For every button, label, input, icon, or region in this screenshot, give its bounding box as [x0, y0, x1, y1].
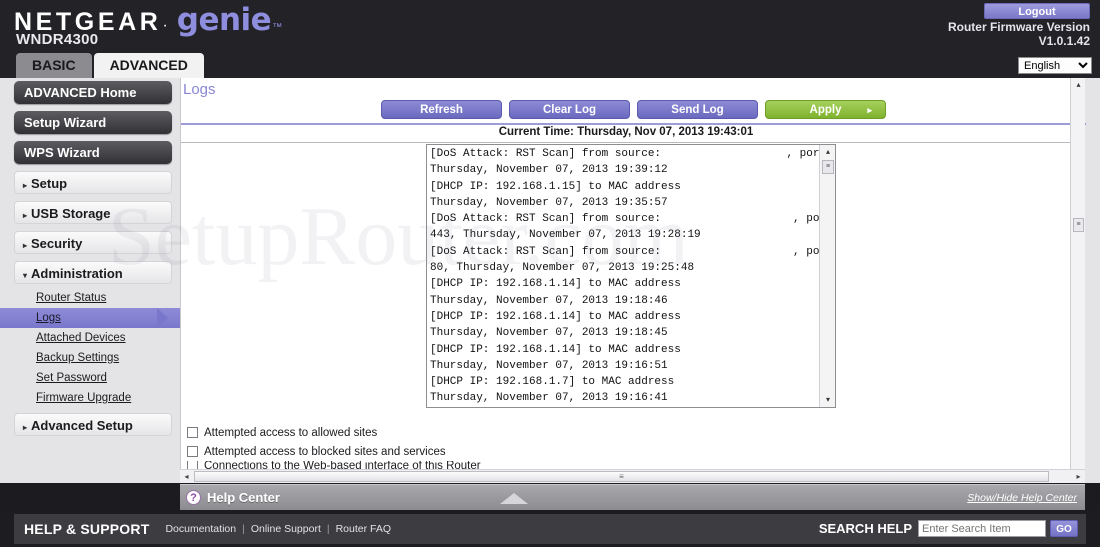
sidebar-section-administration[interactable]: ▾ Administration: [14, 261, 172, 284]
sidebar-item-router-status[interactable]: Router Status: [0, 288, 180, 308]
log-vertical-scrollbar[interactable]: ▴ ≡ ▾: [819, 145, 835, 407]
checkbox-blocked-sites[interactable]: [187, 446, 198, 457]
apply-button-label: Apply: [809, 104, 842, 116]
logout-button[interactable]: Logout: [984, 3, 1090, 19]
footer-links: Documentation | Online Support | Router …: [159, 523, 397, 535]
sidebar-item-logs-label: Logs: [36, 312, 61, 324]
chevron-right-icon: ▸: [23, 423, 28, 432]
sidebar-section-security[interactable]: ▸ Security: [14, 231, 172, 254]
router-model-label: WNDR4300: [16, 31, 99, 48]
clear-log-button[interactable]: Clear Log: [509, 100, 630, 119]
sidebar-nav: ADVANCED Home Setup Wizard WPS Wizard ▸ S…: [0, 78, 180, 483]
sidebar-section-setup[interactable]: ▸ Setup: [14, 171, 172, 194]
checkbox-allowed-sites[interactable]: [187, 427, 198, 438]
log-text-content: [DoS Attack: RST Scan] from source: , po…: [430, 148, 819, 405]
sidebar-section-administration-label: Administration: [31, 266, 123, 281]
footer-bar: HELP & SUPPORT Documentation | Online Su…: [0, 511, 1100, 547]
search-go-button[interactable]: GO: [1050, 520, 1078, 537]
search-help-area: SEARCH HELP GO: [819, 520, 1078, 537]
sidebar-item-firmware-upgrade[interactable]: Firmware Upgrade: [0, 388, 180, 408]
scroll-left-icon[interactable]: ◂: [180, 470, 193, 483]
main-tabs: BASIC ADVANCED: [16, 53, 204, 78]
help-center-title: Help Center: [207, 490, 280, 505]
action-button-row: Refresh Clear Log Send Log Apply ▸: [181, 100, 1086, 119]
scrollbar-thumb[interactable]: ≡: [822, 160, 834, 174]
language-select[interactable]: English: [1018, 57, 1092, 74]
refresh-button[interactable]: Refresh: [381, 100, 502, 119]
footer-link-router-faq[interactable]: Router FAQ: [330, 523, 397, 535]
checkbox-allowed-sites-label: Attempted access to allowed sites: [204, 426, 378, 439]
main-content-panel: Logs Refresh Clear Log Send Log Apply ▸ …: [180, 78, 1086, 483]
sidebar-section-security-label: Security: [31, 236, 83, 251]
divider: [181, 142, 1071, 143]
footer-link-online-support[interactable]: Online Support: [245, 523, 327, 535]
log-filter-checkboxes: Attempted access to allowed sites Attemp…: [187, 423, 1067, 470]
brand-trademark-icon: ™: [272, 22, 283, 33]
question-mark-icon: ?: [186, 490, 201, 505]
sidebar-item-backup-settings-label: Backup Settings: [36, 352, 120, 364]
scroll-up-icon[interactable]: ▴: [1071, 78, 1086, 92]
sidebar-item-attached-devices[interactable]: Attached Devices: [0, 328, 180, 348]
sidebar-item-router-status-label: Router Status: [36, 292, 107, 304]
sidebar-item-backup-settings[interactable]: Backup Settings: [0, 348, 180, 368]
sidebar-section-advanced-setup[interactable]: ▸ Advanced Setup: [14, 413, 172, 436]
sidebar-item-set-password[interactable]: Set Password: [0, 368, 180, 388]
apply-button[interactable]: Apply ▸: [765, 100, 886, 119]
sidebar-section-advanced-setup-label: Advanced Setup: [31, 418, 133, 433]
scrollbar-thumb[interactable]: ≡: [1073, 218, 1084, 232]
firmware-version-value: V1.0.1.42: [1038, 34, 1090, 48]
brand-registered-dot: ·: [162, 17, 168, 34]
sidebar-section-setup-label: Setup: [31, 176, 68, 191]
page-body: ADVANCED Home Setup Wizard WPS Wizard ▸ S…: [0, 78, 1100, 483]
sidebar-item-advanced-home[interactable]: ADVANCED Home: [14, 81, 172, 104]
scrollbar-thumb[interactable]: ≡: [194, 471, 1049, 482]
sidebar-section-usb-label: USB Storage: [31, 206, 111, 221]
sidebar-item-logs[interactable]: Logs: [0, 308, 180, 328]
sidebar-item-firmware-upgrade-label: Firmware Upgrade: [36, 392, 132, 404]
router-admin-page: NETGEAR · genie ™ WNDR4300 Logout Router…: [0, 0, 1100, 547]
scroll-up-icon[interactable]: ▴: [820, 145, 836, 159]
top-header-bar: NETGEAR · genie ™ WNDR4300 Logout Router…: [0, 0, 1100, 78]
checkbox-row[interactable]: Attempted access to blocked sites and se…: [187, 442, 1067, 461]
collapse-arrow-icon[interactable]: [500, 493, 528, 504]
current-time-label: Current Time: Thursday, Nov 07, 2013 19:…: [498, 126, 754, 138]
scroll-right-icon[interactable]: ▸: [1072, 470, 1085, 483]
brand-genie-text: genie: [176, 2, 272, 38]
chevron-down-icon: ▾: [23, 271, 28, 280]
administration-submenu: Router Status Logs Attached Devices Back…: [0, 288, 180, 408]
firmware-version-label: Router Firmware Version: [947, 20, 1090, 34]
log-textarea[interactable]: [DoS Attack: RST Scan] from source: , po…: [426, 144, 836, 408]
divider: [181, 123, 1086, 125]
chevron-right-icon: ▸: [23, 181, 28, 190]
page-vertical-scrollbar[interactable]: ▴ ≡ ▾: [1070, 78, 1085, 483]
help-support-title: HELP & SUPPORT: [24, 521, 150, 537]
page-horizontal-scrollbar[interactable]: ◂ ≡ ▸: [180, 469, 1085, 483]
footer-link-documentation[interactable]: Documentation: [159, 523, 242, 535]
sidebar-item-set-password-label: Set Password: [36, 372, 107, 384]
show-hide-help-center-link[interactable]: Show/Hide Help Center: [967, 492, 1077, 504]
page-title: Logs: [183, 81, 216, 98]
chevron-right-icon: ▸: [23, 211, 28, 220]
scroll-down-icon[interactable]: ▾: [820, 393, 836, 407]
search-help-input[interactable]: [918, 520, 1046, 537]
sidebar-section-usb-storage[interactable]: ▸ USB Storage: [14, 201, 172, 224]
send-log-button[interactable]: Send Log: [637, 100, 758, 119]
tab-basic[interactable]: BASIC: [16, 53, 92, 78]
checkbox-blocked-sites-label: Attempted access to blocked sites and se…: [204, 445, 446, 458]
search-help-label: SEARCH HELP: [818, 521, 912, 536]
sidebar-item-setup-wizard[interactable]: Setup Wizard: [14, 111, 172, 134]
tab-advanced[interactable]: ADVANCED: [93, 53, 204, 78]
footer-inner: HELP & SUPPORT Documentation | Online Su…: [14, 514, 1086, 544]
chevron-right-icon: ▸: [23, 241, 28, 250]
checkbox-row[interactable]: Attempted access to allowed sites: [187, 423, 1067, 442]
sidebar-item-attached-devices-label: Attached Devices: [36, 332, 126, 344]
sidebar-item-wps-wizard[interactable]: WPS Wizard: [14, 141, 172, 164]
help-center-bar: ? Help Center Show/Hide Help Center: [180, 484, 1085, 510]
chevron-right-icon: ▸: [867, 105, 872, 115]
